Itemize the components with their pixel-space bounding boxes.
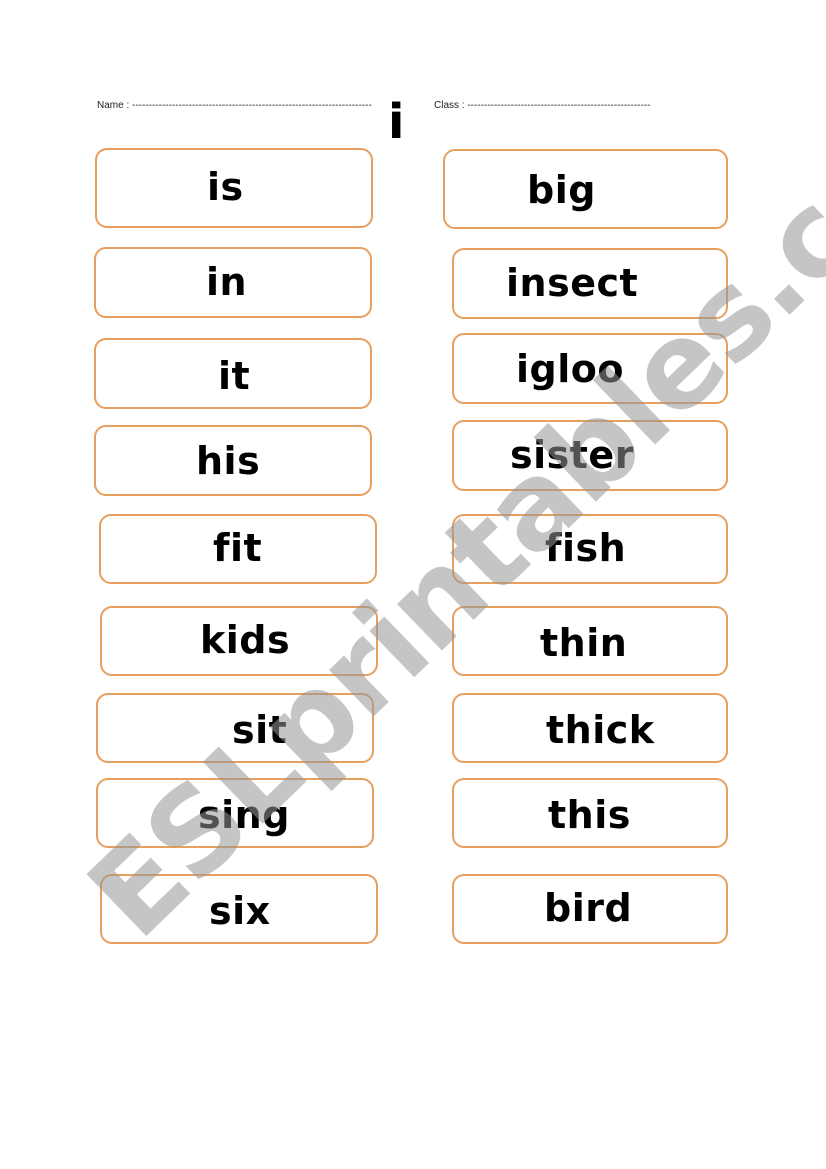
word-label: this	[548, 793, 631, 838]
word-card: is	[95, 148, 373, 228]
word-card: thick	[452, 693, 728, 763]
word-card: bird	[452, 874, 728, 944]
word-label: six	[209, 889, 271, 934]
word-label: thin	[540, 621, 628, 666]
word-label: sit	[232, 708, 288, 753]
word-label: it	[218, 353, 251, 398]
word-card: six	[100, 874, 378, 944]
word-label: fish	[545, 526, 627, 571]
word-label: igloo	[516, 346, 624, 391]
word-label: his	[196, 438, 261, 483]
word-card: insect	[452, 248, 728, 319]
word-card: fish	[452, 514, 728, 584]
word-card: in	[94, 247, 372, 318]
word-card: this	[452, 778, 728, 848]
word-card: it	[94, 338, 372, 409]
word-card: sit	[96, 693, 374, 763]
word-label: kids	[200, 618, 291, 663]
word-label: thick	[546, 708, 655, 753]
word-label: big	[527, 167, 596, 212]
class-field[interactable]: Class : --------------------------------…	[434, 100, 651, 111]
target-letter: i	[388, 94, 405, 150]
word-label: fit	[213, 526, 263, 571]
word-card: igloo	[452, 333, 728, 404]
word-label: sister	[510, 432, 634, 477]
word-card: fit	[99, 514, 377, 584]
word-card: thin	[452, 606, 728, 676]
word-card: sing	[96, 778, 374, 848]
word-card: big	[443, 149, 728, 229]
word-label: in	[206, 259, 248, 304]
name-field[interactable]: Name : ---------------------------------…	[97, 100, 372, 111]
word-label: bird	[544, 886, 633, 931]
word-label: sing	[198, 793, 290, 838]
word-label: insect	[506, 260, 639, 305]
word-card: kids	[100, 606, 378, 676]
word-label: is	[207, 165, 244, 210]
word-card: his	[94, 425, 372, 496]
word-card: sister	[452, 420, 728, 491]
